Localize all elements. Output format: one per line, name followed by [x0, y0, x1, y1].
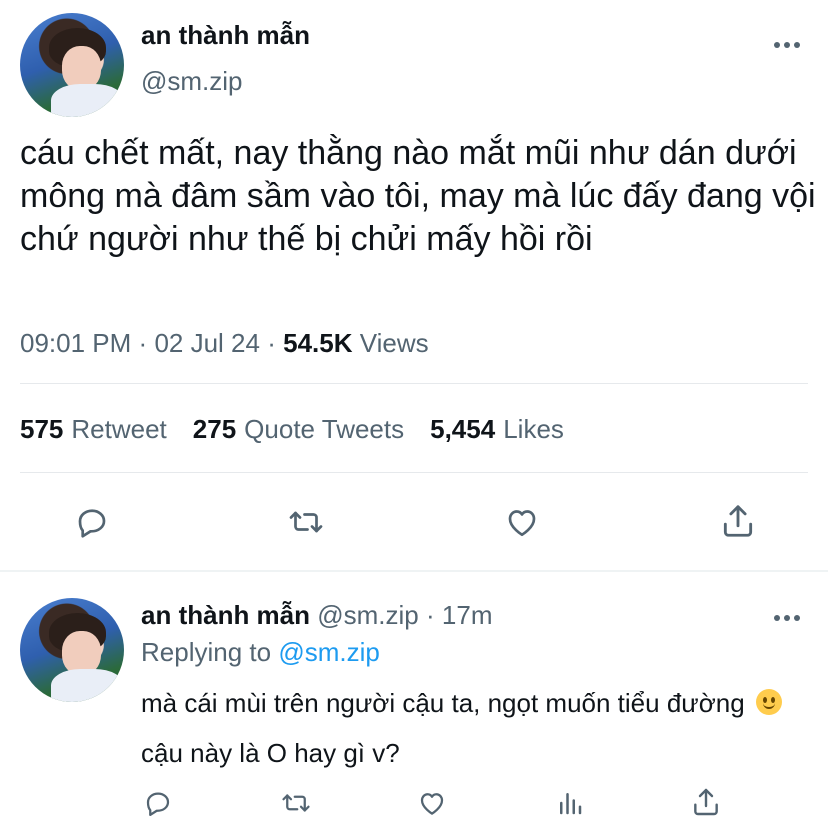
divider	[20, 472, 808, 473]
reply-author-handle[interactable]: @sm.zip	[317, 600, 419, 630]
author-avatar[interactable]	[20, 13, 124, 117]
tweet-text: cáu chết mất, nay thằng nào mắt mũi như …	[20, 134, 816, 258]
reply-text-part-1: mà cái mùi trên người cậu ta, ngọt muốn …	[141, 688, 745, 718]
meta-separator: ·	[267, 328, 276, 358]
retweet-icon[interactable]	[282, 502, 330, 542]
analytics-icon[interactable]	[552, 785, 588, 821]
views-count: 54.5K	[283, 328, 353, 358]
retweets-stat[interactable]: 575 Retweet	[20, 414, 167, 445]
quotes-stat[interactable]: 275 Quote Tweets	[193, 414, 404, 445]
quotes-count: 275	[192, 414, 237, 444]
retweets-count: 575	[20, 414, 64, 444]
tweet-date[interactable]: 02 Jul 24	[154, 328, 260, 358]
reply-text: mà cái mùi trên người cậu ta, ngọt muốn …	[141, 678, 821, 778]
share-icon[interactable]	[716, 500, 760, 542]
reply-separator: ·	[426, 600, 435, 630]
reply-author-name[interactable]: an thành mẫn	[141, 600, 310, 630]
tweet-meta: 09:01 PM · 02 Jul 24 · 54.5K Views	[20, 328, 429, 359]
reply-icon[interactable]	[70, 502, 114, 542]
views-label: Views	[359, 328, 429, 358]
more-options-icon[interactable]	[774, 42, 800, 48]
retweets-label: Retweet	[71, 414, 167, 444]
reply-age[interactable]: 17m	[442, 600, 493, 630]
reply-text-part-2: cậu này là O hay gì v?	[141, 738, 400, 768]
quotes-label: Quote Tweets	[244, 414, 405, 444]
replying-to: Replying to @sm.zip	[141, 637, 380, 668]
likes-label: Likes	[503, 414, 564, 444]
meta-separator: ·	[138, 328, 148, 358]
reply-more-options-icon[interactable]	[774, 615, 800, 621]
reply-retweet-icon[interactable]	[276, 785, 316, 821]
author-handle[interactable]: @sm.zip	[141, 66, 243, 97]
replying-mention[interactable]: @sm.zip	[278, 637, 380, 667]
likes-stat[interactable]: 5,454 Likes	[430, 414, 564, 445]
reply-like-icon[interactable]	[414, 785, 450, 821]
likes-count: 5,454	[430, 414, 496, 444]
tweet-stats: 575 Retweet 275 Quote Tweets 5,454 Likes	[20, 414, 564, 445]
replying-label: Replying to	[141, 637, 272, 667]
author-name[interactable]: an thành mẫn	[141, 20, 310, 51]
reply-reply-icon[interactable]	[140, 785, 176, 821]
divider	[20, 383, 808, 384]
reply-author-avatar[interactable]	[20, 598, 124, 702]
reply-header: an thành mẫn @sm.zip · 17m	[141, 600, 492, 631]
like-icon[interactable]	[500, 502, 544, 542]
section-separator	[0, 570, 828, 572]
tweet-time[interactable]: 09:01 PM	[20, 328, 131, 358]
reply-share-icon[interactable]	[688, 783, 724, 821]
slightly-smiling-face-icon	[755, 689, 782, 715]
